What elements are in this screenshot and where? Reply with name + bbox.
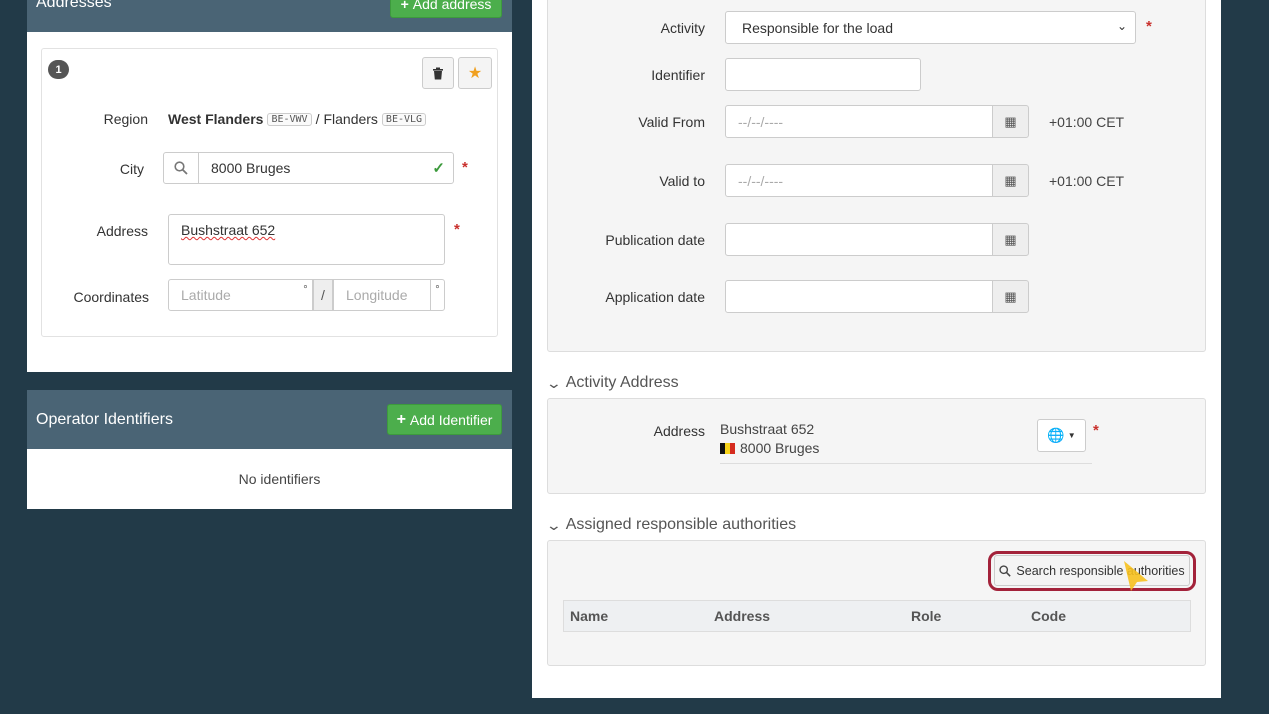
cursor-pointer-icon: [1124, 561, 1148, 591]
coordinates-label: Coordinates: [73, 289, 150, 305]
chevron-down-icon: ⌄: [545, 374, 563, 391]
activity-address-well: Address Bushstraat 652 8000 Bruges 🌐 ▼ *: [547, 398, 1206, 494]
favorite-address-button[interactable]: ★: [458, 57, 492, 89]
valid-from-input[interactable]: --/--/----: [725, 105, 993, 138]
region-label: Region: [103, 111, 148, 127]
column-code: Code: [1031, 608, 1066, 624]
belgium-flag-icon: [720, 442, 735, 454]
address-label: Address: [96, 223, 148, 239]
caret-down-icon: ▼: [1067, 431, 1076, 440]
globe-dropdown-button[interactable]: 🌐 ▼: [1037, 419, 1086, 452]
address-textarea[interactable]: Bushstraat 652: [168, 214, 445, 265]
calendar-icon: ▦: [1004, 231, 1017, 247]
authorities-table: Name Address Role Code: [563, 600, 1191, 632]
publication-date-input[interactable]: [725, 223, 993, 256]
publication-calendar-button[interactable]: ▦: [992, 223, 1029, 256]
city-required: *: [462, 159, 468, 176]
addresses-title: Addresses: [36, 0, 112, 11]
authorities-toggle[interactable]: ⌄ Assigned responsible authorities: [545, 516, 796, 534]
activity-required: *: [1146, 18, 1152, 35]
authorities-well: Search responsible authorities Name Addr…: [547, 540, 1206, 666]
region-value: West Flanders BE-VWV / Flanders BE-VLG: [168, 111, 427, 127]
right-panel: Activity Responsible for the load ⌄ * Id…: [532, 0, 1221, 698]
valid-to-calendar-button[interactable]: ▦: [992, 164, 1029, 197]
operator-identifiers-header: Operator Identifiers + Add Identifier: [27, 390, 512, 449]
column-address: Address: [714, 608, 771, 624]
address-required: *: [454, 221, 460, 238]
chevron-down-icon: ⌄: [545, 516, 563, 533]
activity-address-label: Address: [653, 423, 705, 439]
activity-label: Activity: [660, 20, 705, 36]
activity-form-well: Activity Responsible for the load ⌄ * Id…: [547, 0, 1206, 352]
city-label: City: [119, 161, 144, 177]
calendar-icon: ▦: [1004, 288, 1017, 304]
latitude-degree: °: [299, 279, 313, 311]
valid-from-timezone: +01:00 CET: [1049, 114, 1125, 130]
no-identifiers-text: No identifiers: [238, 471, 321, 487]
activity-select[interactable]: Responsible for the load ⌄: [725, 11, 1136, 44]
addresses-panel-header: Addresses + Add address: [27, 0, 512, 32]
search-icon: [999, 564, 1012, 577]
valid-from-label: Valid From: [638, 114, 705, 130]
search-authorities-button[interactable]: Search responsible authorities: [994, 555, 1190, 586]
delete-address-button[interactable]: [422, 57, 454, 89]
operator-identifiers-title: Operator Identifiers: [36, 411, 173, 428]
city-search-button[interactable]: [163, 152, 199, 184]
longitude-degree: °: [430, 279, 445, 311]
address-card: 1 ★ Region West Flanders BE-VWV / Flande…: [41, 48, 498, 337]
activity-address-toggle[interactable]: ⌄ Activity Address: [545, 374, 679, 392]
valid-to-timezone: +01:00 CET: [1049, 173, 1125, 189]
longitude-input[interactable]: Longitude: [333, 279, 431, 311]
activity-address-required: *: [1093, 422, 1099, 439]
check-icon: ✓: [432, 160, 445, 177]
identifier-input[interactable]: [725, 58, 921, 91]
globe-icon: 🌐: [1047, 427, 1065, 443]
search-icon: [174, 161, 188, 175]
add-address-button[interactable]: + Add address: [390, 0, 502, 18]
add-identifier-button[interactable]: + Add Identifier: [387, 404, 502, 435]
city-input[interactable]: 8000 Bruges ✓: [198, 152, 454, 184]
calendar-icon: ▦: [1004, 113, 1017, 129]
star-icon: ★: [467, 65, 483, 82]
latitude-input[interactable]: Latitude: [168, 279, 300, 311]
activity-address-city: 8000 Bruges: [740, 440, 820, 456]
addresses-panel-body: 1 ★ Region West Flanders BE-VWV / Flande…: [27, 32, 512, 372]
column-role: Role: [911, 608, 942, 624]
application-date-input[interactable]: [725, 280, 993, 313]
plus-icon: +: [400, 0, 409, 12]
publication-date-label: Publication date: [605, 232, 705, 248]
calendar-icon: ▦: [1004, 172, 1017, 188]
column-name: Name: [570, 608, 609, 624]
operator-identifiers-body: No identifiers: [27, 449, 512, 509]
application-calendar-button[interactable]: ▦: [992, 280, 1029, 313]
coordinates-separator: /: [313, 279, 333, 311]
application-date-label: Application date: [605, 289, 705, 305]
address-index-badge: 1: [48, 60, 69, 79]
valid-to-input[interactable]: --/--/----: [725, 164, 993, 197]
valid-to-label: Valid to: [659, 173, 705, 189]
identifier-label: Identifier: [651, 67, 705, 83]
valid-from-calendar-button[interactable]: ▦: [992, 105, 1029, 138]
chevron-down-icon: ⌄: [1116, 19, 1127, 33]
trash-icon: [433, 67, 443, 79]
plus-icon: +: [396, 410, 406, 428]
